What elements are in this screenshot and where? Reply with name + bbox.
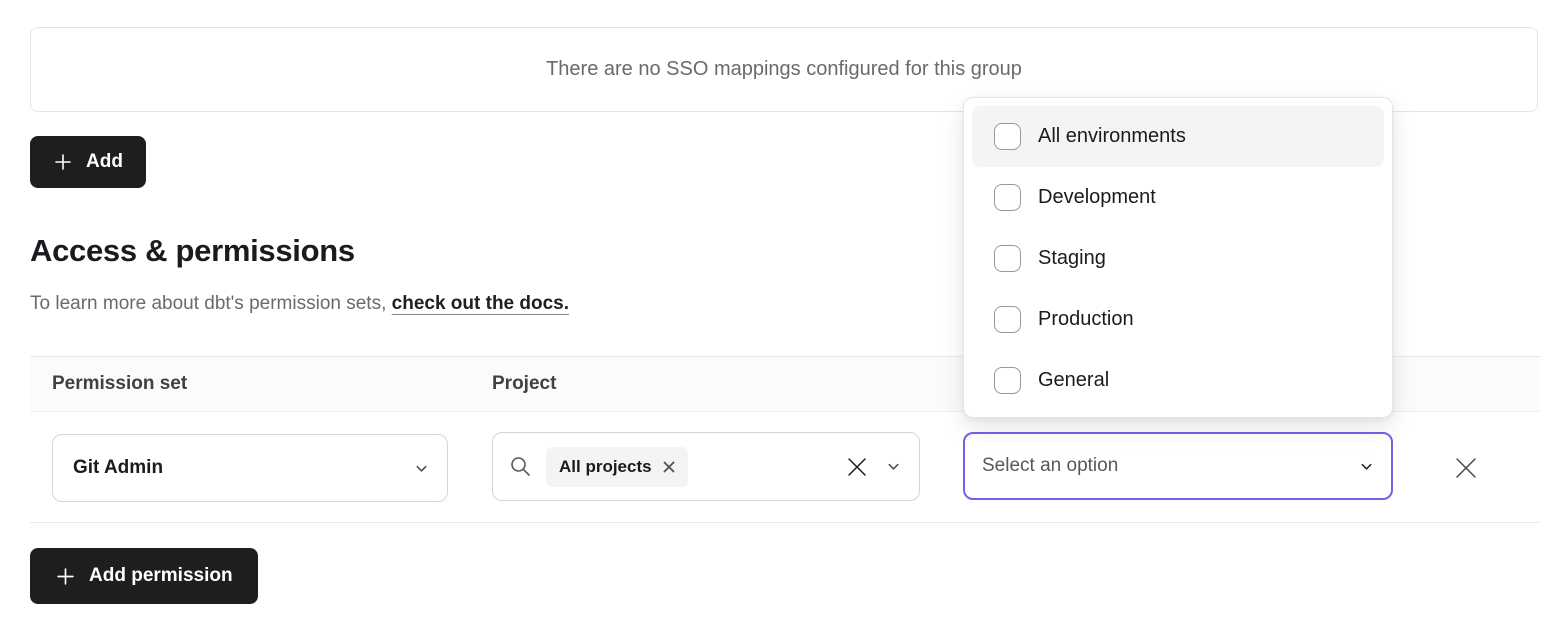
option-label: General xyxy=(1038,369,1109,392)
section-description: To learn more about dbt's permission set… xyxy=(30,293,569,315)
chip-remove-icon[interactable] xyxy=(663,461,675,473)
checkbox[interactable] xyxy=(994,184,1021,211)
environment-dropdown-menu: All environments Development Staging Pro… xyxy=(963,97,1393,418)
docs-link[interactable]: check out the docs. xyxy=(392,293,569,314)
dropdown-option-all-environments[interactable]: All environments xyxy=(972,106,1384,167)
environment-select-placeholder: Select an option xyxy=(982,455,1359,477)
plus-icon xyxy=(55,566,76,587)
chevron-down-icon xyxy=(1359,459,1374,474)
page: There are no SSO mappings configured for… xyxy=(0,0,1560,628)
sso-empty-message: There are no SSO mappings configured for… xyxy=(546,58,1022,81)
dropdown-option-development[interactable]: Development xyxy=(972,167,1384,228)
dropdown-option-general[interactable]: General xyxy=(972,350,1384,411)
page-title: Access & permissions xyxy=(30,233,355,269)
project-chip-label: All projects xyxy=(559,457,652,477)
dropdown-option-staging[interactable]: Staging xyxy=(972,228,1384,289)
option-label: Production xyxy=(1038,308,1134,331)
environment-select[interactable]: Select an option xyxy=(963,432,1393,500)
chevron-down-icon xyxy=(414,461,429,476)
checkbox[interactable] xyxy=(994,123,1021,150)
checkbox[interactable] xyxy=(994,367,1021,394)
option-label: All environments xyxy=(1038,125,1186,148)
checkbox[interactable] xyxy=(994,245,1021,272)
project-chip[interactable]: All projects xyxy=(546,447,688,487)
search-icon xyxy=(509,455,532,478)
column-header-project: Project xyxy=(492,357,556,411)
permission-set-value: Git Admin xyxy=(73,457,414,479)
dropdown-option-production[interactable]: Production xyxy=(972,289,1384,350)
add-button-label: Add xyxy=(86,151,123,173)
description-text: To learn more about dbt's permission set… xyxy=(30,293,392,314)
project-select[interactable]: All projects xyxy=(492,432,920,501)
column-header-permission-set: Permission set xyxy=(52,357,187,411)
add-sso-mapping-button[interactable]: Add xyxy=(30,136,146,188)
clear-selection-icon[interactable] xyxy=(846,456,868,478)
close-icon xyxy=(1453,455,1479,481)
chevron-down-icon xyxy=(886,459,901,474)
add-permission-button[interactable]: Add permission xyxy=(30,548,258,604)
permission-set-select[interactable]: Git Admin xyxy=(52,434,448,502)
option-label: Development xyxy=(1038,186,1156,209)
permission-row: Git Admin All projects xyxy=(30,412,1540,523)
plus-icon xyxy=(53,152,73,172)
delete-permission-row-button[interactable] xyxy=(1452,454,1480,482)
checkbox[interactable] xyxy=(994,306,1021,333)
add-permission-button-label: Add permission xyxy=(89,565,233,587)
option-label: Staging xyxy=(1038,247,1106,270)
